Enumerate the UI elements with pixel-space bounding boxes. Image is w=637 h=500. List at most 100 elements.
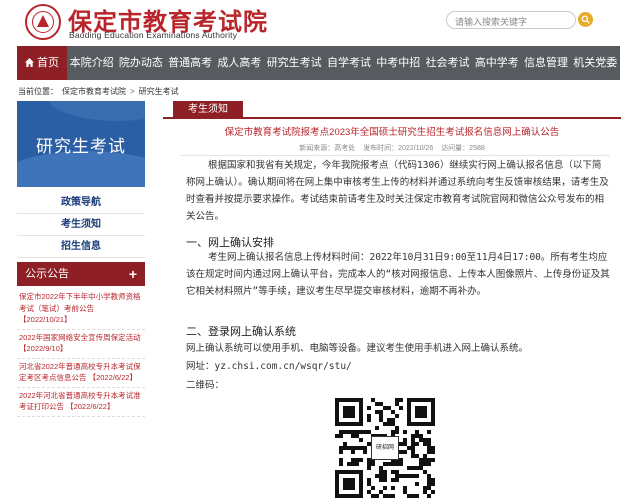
list-item[interactable]: 河北省2022年普通高校专升本考试保定考区考点信息公告 【2022/6/22】 [17, 360, 145, 388]
notice-more-button[interactable]: + [129, 262, 137, 286]
qr-module [355, 462, 359, 466]
search-icon [581, 15, 590, 24]
qr-module [403, 430, 407, 434]
nav-item-about[interactable]: 本院介绍 [67, 46, 116, 80]
qr-module [363, 450, 367, 454]
tab-candidate-notice[interactable]: 考生须知 [173, 101, 243, 119]
confirm-system-url[interactable]: 网址：yz.chsi.com.cn/wsqr/stu/ [186, 358, 610, 375]
article-views: 访问量：2588 [441, 145, 485, 152]
qr-module [339, 434, 343, 438]
qr-module [399, 406, 403, 410]
nav-item-gaokao[interactable]: 普通高考 [166, 46, 215, 80]
main-nav: 首页 本院介绍 院办动态 普通高考 成人高考 研究生考试 自学考试 中考中招 社… [17, 46, 620, 80]
article-meta: 新闻来源：高考处 发布时间：2022/10/26 访问量：2588 [163, 143, 621, 153]
breadcrumb-separator: > [130, 87, 135, 96]
qr-module [415, 494, 419, 498]
qr-module [427, 430, 431, 434]
nav-item-academic-test[interactable]: 高中学考 [472, 46, 521, 80]
qr-module [399, 462, 403, 466]
nav-item-adult-exam[interactable]: 成人高考 [215, 46, 264, 80]
qr-module [371, 486, 375, 490]
logo-emblem-icon[interactable] [25, 4, 61, 40]
qr-module [359, 422, 363, 426]
content-tab-bar: 考生须知 [163, 101, 621, 119]
notice-item-text[interactable]: 保定市2022年下半年中小学教师资格考试（笔试）考前公告 [19, 292, 141, 313]
section-banner: 研究生考试 [17, 101, 145, 187]
qr-module [383, 486, 387, 490]
breadcrumb-link-section[interactable]: 研究生考试 [139, 87, 179, 96]
qr-module [359, 458, 363, 462]
list-item[interactable]: 保定市2022年下半年中小学教师资格考试（笔试）考前公告 【2022/10/21… [17, 290, 145, 330]
article-paragraph: 考生网上确认报名信息上传材料时间：2022年10月31日9:00至11月4日17… [186, 252, 610, 297]
qr-module [383, 478, 387, 482]
nav-item-label: 首页 [37, 57, 59, 69]
breadcrumb-link-home[interactable]: 保定市教育考试院 [62, 87, 126, 96]
nav-item-zhongkao[interactable]: 中考中招 [374, 46, 423, 80]
qr-module [415, 482, 419, 486]
qr-module [371, 462, 375, 466]
notice-list: 保定市2022年下半年中小学教师资格考试（笔试）考前公告 【2022/10/21… [17, 290, 145, 418]
article-source: 新闻来源：高考处 [299, 145, 356, 152]
qr-module [395, 478, 399, 482]
qr-module [367, 466, 371, 470]
qr-code-image: 研招网 [335, 398, 435, 498]
qr-module [403, 450, 407, 454]
qr-module [431, 482, 435, 486]
notice-header: 公示公告 + [17, 262, 145, 286]
sidebar-item-admission-info[interactable]: 招生信息 [17, 236, 145, 258]
qr-module [395, 430, 399, 434]
breadcrumb-prefix: 当前位置： [18, 87, 58, 96]
qr-module [431, 490, 435, 494]
qr-module [431, 422, 435, 426]
nav-item-social-exam[interactable]: 社会考试 [423, 46, 472, 80]
qr-module [351, 486, 355, 490]
nav-item-graduate-exam[interactable]: 研究生考试 [264, 46, 324, 80]
nav-item-party-committee[interactable]: 机关党委 [571, 46, 620, 80]
search-button[interactable] [578, 12, 593, 27]
notice-item-date: 【2022/6/22】 [66, 402, 115, 411]
qr-module [367, 418, 371, 422]
nav-item-self-study[interactable]: 自学考试 [324, 46, 373, 80]
qr-module [427, 462, 431, 466]
notice-item-date: 【2022/6/22】 [88, 373, 137, 382]
notice-title: 公示公告 [25, 268, 69, 280]
list-item[interactable]: 2022年国家网络安全宣传周保定活动 【2022/9/10】 [17, 331, 145, 359]
sidebar-item-candidate-notice[interactable]: 考生须知 [17, 214, 145, 236]
qr-module [339, 450, 343, 454]
qr-module [351, 450, 355, 454]
qr-module [431, 450, 435, 454]
qr-center-logo: 研招网 [371, 436, 399, 460]
list-item[interactable]: 2022年河北省普通高校专升本考试准考证打印公告 【2022/6/22】 [17, 389, 145, 417]
sidebar-item-policy[interactable]: 政策导航 [17, 192, 145, 214]
site-logo-subtitle: Baoding Education Examinations Authority [69, 30, 238, 40]
article-paragraph: 根据国家和我省有关规定，今年我院报考点（代码1306）继续实行网上确认报名信息（… [186, 160, 609, 222]
qr-module [339, 462, 343, 466]
sidebar-links: 政策导航 考生须知 招生信息 [17, 192, 145, 258]
notice-item-date: 【2022/9/10】 [19, 344, 68, 353]
qr-module [351, 414, 355, 418]
notice-item-text[interactable]: 2022年国家网络安全宣传周保定活动 [19, 333, 141, 342]
qr-module [367, 406, 371, 410]
section-banner-title: 研究生考试 [36, 137, 126, 157]
qr-module [415, 442, 419, 446]
qr-module [375, 494, 379, 498]
qr-module [375, 426, 379, 430]
site-header: 保定市教育考试院 Baoding Education Examinations … [0, 0, 637, 44]
article-title: 保定市教育考试院报考点2023年全国硕士研究生招生考试报名信息网上确认公告 [224, 127, 560, 138]
qr-module [359, 438, 363, 442]
search-input[interactable]: 请输入搜索关键字 [446, 11, 576, 29]
article-paragraph: 网上确认系统可以使用手机、电脑等设备。建议考生使用手机进入网上确认系统。 [186, 343, 529, 354]
qr-module [359, 494, 363, 498]
notice-item-date: 【2022/10/21】 [19, 315, 72, 324]
qr-module [395, 414, 399, 418]
nav-item-home[interactable]: 首页 [17, 46, 67, 80]
nav-item-info-management[interactable]: 信息管理 [521, 46, 570, 80]
qr-module [399, 398, 403, 402]
qr-code-label: 二维码： [186, 380, 225, 391]
qr-module [415, 474, 419, 478]
divider [180, 155, 610, 156]
qr-module [431, 458, 435, 462]
nav-item-news[interactable]: 院办动态 [116, 46, 165, 80]
qr-module [423, 414, 427, 418]
qr-module [427, 494, 431, 498]
